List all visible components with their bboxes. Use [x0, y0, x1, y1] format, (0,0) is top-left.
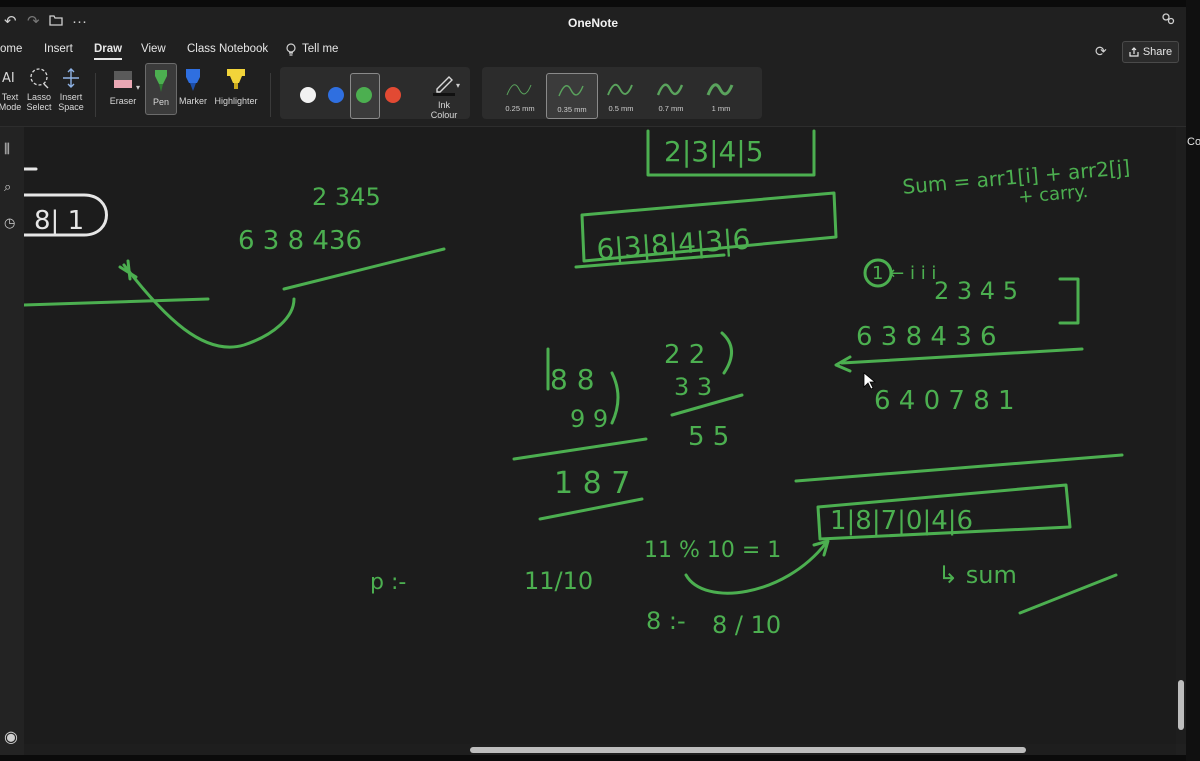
ink-colour-button[interactable]: Ink Colour — [422, 71, 466, 120]
insert-space-button[interactable]: Insert Space — [56, 67, 86, 112]
draw-ribbon: AI Text Mode Lasso Select Insert Space Eras… — [0, 63, 1186, 127]
account-icon[interactable]: ◉ — [4, 727, 18, 747]
ink-idx-label: 1 ← i i i — [872, 263, 936, 284]
ink-add-88: 8 8 — [550, 363, 595, 396]
ink-nums-top: 2 345 — [312, 183, 381, 211]
ink-line-left — [24, 297, 210, 307]
text-cursor-icon: AI — [2, 71, 15, 86]
ink-long-line — [794, 453, 1124, 483]
ink-add-187: 1 8 7 — [554, 466, 630, 501]
background-app-label: Co — [1187, 136, 1200, 148]
eraser-icon — [114, 71, 132, 88]
ink-layer: 8| 1 2 345 6 3 8 436 2|3|4|5 6|3|8|4|3|6… — [24, 129, 1131, 639]
note-canvas[interactable]: 8| 1 2 345 6 3 8 436 2|3|4|5 6|3|8|4|3|6… — [24, 127, 1176, 744]
thickness-option-1[interactable]: 1 mm — [696, 73, 746, 117]
ink-add-99: 9 9 — [570, 405, 608, 433]
ink-mod-note: 11 % 10 = 1 — [644, 538, 781, 563]
horizontal-scrollbar[interactable] — [24, 744, 1176, 755]
vertical-scrollbar[interactable] — [1176, 127, 1186, 744]
marker-button[interactable]: Marker — [178, 67, 208, 106]
ribbon-divider — [95, 73, 96, 117]
lasso-icon — [30, 68, 49, 89]
app-title: OneNote — [567, 16, 618, 30]
thickness-option-0-5[interactable]: 0.5 mm — [596, 73, 646, 117]
onenote-window: ↶ ↷ ··· OneNote ome Insert Draw View Cla… — [0, 7, 1186, 755]
thickness-option-0-25[interactable]: 0.25 mm — [495, 73, 545, 117]
lightbulb-icon — [286, 43, 296, 59]
color-swatch-blue[interactable] — [328, 87, 344, 103]
left-rail: ⫼ ⌕ ◷ ◉ — [0, 127, 24, 755]
ink-bracket — [1058, 277, 1080, 325]
tab-home[interactable]: ome — [0, 43, 22, 55]
ink-add-bracket-2 — [720, 331, 733, 375]
background-app-strip: Co — [1186, 0, 1200, 761]
ink-row-a: 2 3 4 5 — [934, 277, 1018, 305]
thickness-option-0-35[interactable]: 0.35 mm — [546, 73, 598, 119]
stroke-sample-icon — [706, 83, 734, 96]
thickness-panel: 0.25 mm 0.35 mm 0.5 mm 0.7 mm 1 mm — [482, 67, 762, 119]
stroke-sample-icon — [607, 83, 633, 96]
ink-colour-icon — [433, 76, 455, 96]
ink-array-top: 2|3|4|5 — [664, 135, 764, 168]
ink-array-mid: 6|3|8|4|3|6 — [595, 223, 751, 267]
color-swatch-green[interactable] — [356, 87, 372, 103]
people-icon[interactable] — [1160, 13, 1176, 32]
ink-cross — [118, 259, 138, 281]
stroke-sample-icon — [656, 83, 684, 96]
sync-icon[interactable]: ⟳ — [1095, 43, 1107, 60]
ink-colour-chevron-icon[interactable]: ▾ — [456, 81, 460, 90]
ink-add-underline — [538, 497, 644, 521]
notebooks-icon[interactable]: ⫼ — [4, 141, 10, 157]
tab-view[interactable]: View — [141, 43, 166, 55]
color-swatch-red[interactable] — [385, 87, 401, 103]
ink-div-note: 11/10 — [524, 567, 593, 595]
pen-icon — [155, 70, 167, 92]
thickness-option-0-7[interactable]: 0.7 mm — [646, 73, 696, 117]
marker-icon — [186, 69, 200, 91]
ink-add-55: 5 5 — [688, 422, 729, 452]
tab-class-notebook[interactable]: Class Notebook — [187, 43, 268, 55]
color-panel: Ink Colour ▾ — [280, 67, 470, 120]
share-button[interactable]: Share — [1122, 41, 1179, 63]
highlighter-button[interactable]: Highlighter — [212, 67, 260, 106]
recent-icon[interactable]: ◷ — [4, 215, 15, 231]
vertical-scroll-thumb[interactable] — [1178, 680, 1184, 730]
ink-sum-formula: Sum = arr1[i] + arr2[j] — [901, 155, 1131, 199]
menu-bar: ome Insert Draw View Class Notebook Tell… — [0, 39, 1186, 63]
ink-add-line-1 — [512, 437, 648, 461]
tab-draw[interactable]: Draw — [94, 43, 123, 60]
ink-sum-underline — [1018, 573, 1118, 615]
ink-row-result: 6 4 0 7 8 1 — [874, 386, 1015, 416]
ink-8-note-b: 8 / 10 — [712, 611, 781, 639]
search-icon[interactable]: ⌕ — [4, 179, 11, 195]
horizontal-scroll-thumb[interactable] — [470, 747, 1026, 753]
eraser-chevron-icon[interactable]: ▾ — [136, 83, 140, 92]
ink-result-box-text: 1|8|7|0|4|6 — [830, 506, 973, 536]
text-mode-button[interactable]: AI Text Mode — [0, 67, 24, 112]
ink-row-b: 6 3 8 4 3 6 — [856, 322, 997, 352]
tell-me-search[interactable]: Tell me — [302, 43, 338, 55]
left-box-text: 8| 1 — [34, 206, 84, 236]
stroke-sample-icon — [506, 84, 532, 96]
svg-text:AI: AI — [2, 71, 15, 86]
ribbon-divider — [270, 73, 271, 117]
stroke-sample-icon — [558, 85, 584, 97]
share-label: Share — [1142, 46, 1173, 58]
ink-add-33: 3 3 — [674, 373, 712, 401]
ink-8-note-a: 8 :- — [646, 607, 686, 635]
share-icon — [1129, 47, 1139, 57]
tab-insert[interactable]: Insert — [44, 43, 73, 55]
ink-nums-bottom: 6 3 8 436 — [238, 226, 362, 256]
ink-sum-note: ↳ sum — [938, 561, 1017, 589]
lasso-select-button[interactable]: Lasso Select — [25, 67, 53, 112]
insert-space-icon — [63, 68, 79, 88]
pen-button[interactable]: Pen — [145, 63, 177, 115]
title-bar: ↶ ↷ ··· OneNote — [0, 7, 1186, 39]
ink-add-22: 2 2 — [664, 340, 705, 370]
ink-curve — [122, 263, 296, 349]
highlighter-icon — [227, 69, 245, 89]
ink-p-note: p :- — [370, 570, 406, 595]
color-swatch-white[interactable] — [300, 87, 316, 103]
